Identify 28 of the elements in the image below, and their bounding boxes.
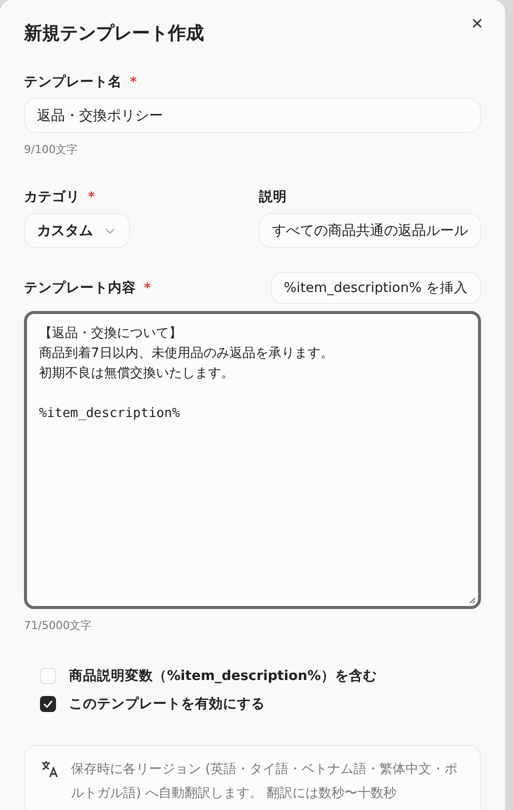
- text-area[interactable]: 【返品・交換について】 商品到着7日以内、未使用品のみ返品を承ります。 初期不良は無償交換いたします。 %item_description%: [24, 311, 481, 609]
- dialog-title: 新規テンプレート作成: [24, 22, 204, 46]
- char-counter: 71/5000文字: [24, 618, 93, 633]
- check-icon: [43, 700, 53, 708]
- required-mark: *: [130, 74, 137, 90]
- resize-grip-icon[interactable]: [468, 596, 476, 604]
- field-label: テンプレート名: [24, 73, 122, 91]
- category-select[interactable]: カスタム: [24, 213, 130, 248]
- input-field[interactable]: 返品・交換ポリシー: [24, 98, 481, 133]
- checkbox[interactable]: [40, 696, 56, 712]
- text-line: 初期不良は無償交換いたします。: [39, 365, 235, 383]
- field-label: 説明: [259, 188, 287, 206]
- required-mark: *: [88, 190, 95, 204]
- translate-icon: [41, 760, 59, 778]
- variable-line: %item_description%: [39, 405, 181, 423]
- char-counter: 9/100文字: [24, 142, 79, 157]
- field-label: テンプレート内容: [24, 279, 136, 297]
- required-mark: *: [144, 280, 151, 296]
- checkbox-label: このテンプレートを有効にする: [69, 695, 265, 713]
- notice-text: 保存時に各リージョン (英語・タイ語・ベトナム語・繁体中文・ポルトガル語) へ自動翻訳します。 翻訳には数秒〜十数秒: [71, 761, 458, 803]
- input-field[interactable]: すべての商品共通の返品ルール: [259, 213, 481, 248]
- chevron-down-icon: [105, 228, 115, 234]
- close-button[interactable]: ×: [465, 12, 489, 36]
- text-line: 【返品・交換について】: [39, 325, 183, 343]
- checkbox-label: 商品説明変数（%item_description%）を含む: [69, 667, 377, 685]
- field-label: カテゴリ: [24, 188, 80, 206]
- insert-variable-button[interactable]: %item_description% を挿入: [270, 272, 481, 304]
- text-line: 商品到着7日以内、未使用品のみ返品を承ります。: [39, 345, 334, 363]
